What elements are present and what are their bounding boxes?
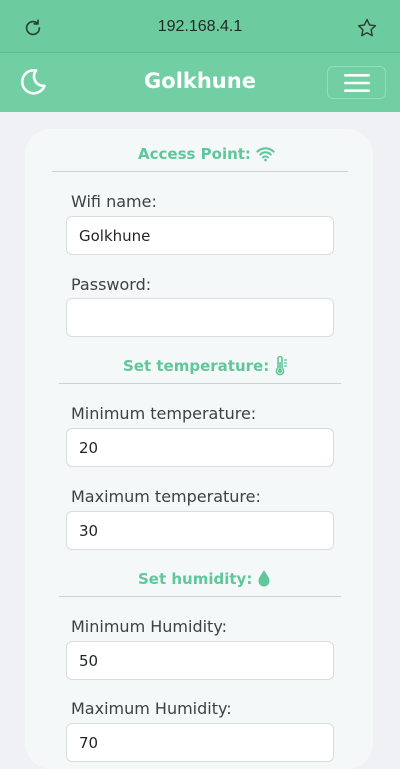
wifi-icon xyxy=(256,147,275,162)
min-temperature-input[interactable] xyxy=(66,428,334,467)
access-point-title: Access Point: xyxy=(138,145,251,163)
max-humidity-label: Maximum Humidity: xyxy=(71,699,232,718)
temperature-title: Set temperature: xyxy=(123,357,270,375)
star-icon[interactable] xyxy=(356,17,378,39)
hamburger-menu-icon xyxy=(343,73,370,92)
access-point-heading: Access Point: xyxy=(138,145,275,163)
temperature-heading: Set temperature: xyxy=(123,356,288,376)
max-temperature-label: Maximum temperature: xyxy=(71,487,261,506)
wifi-name-label: Wifi name: xyxy=(71,192,157,211)
password-input[interactable] xyxy=(66,298,334,337)
divider xyxy=(59,383,341,384)
min-humidity-input[interactable] xyxy=(66,641,334,680)
wifi-name-input[interactable] xyxy=(66,216,334,255)
browser-address-bar: 192.168.4.1 xyxy=(0,0,400,53)
thermometer-icon xyxy=(275,356,288,376)
app-header: Golkhune xyxy=(0,53,400,112)
menu-button[interactable] xyxy=(327,66,386,99)
divider xyxy=(52,171,348,172)
max-temperature-input[interactable] xyxy=(66,511,334,550)
min-temperature-label: Minimum temperature: xyxy=(71,404,257,423)
min-humidity-label: Minimum Humidity: xyxy=(71,617,228,636)
humidity-title: Set humidity: xyxy=(138,569,253,588)
divider xyxy=(59,596,341,597)
browser-url[interactable]: 192.168.4.1 xyxy=(0,18,400,36)
droplet-icon xyxy=(258,570,270,587)
password-label: Password: xyxy=(71,275,152,294)
humidity-heading: Set humidity: xyxy=(138,569,271,588)
